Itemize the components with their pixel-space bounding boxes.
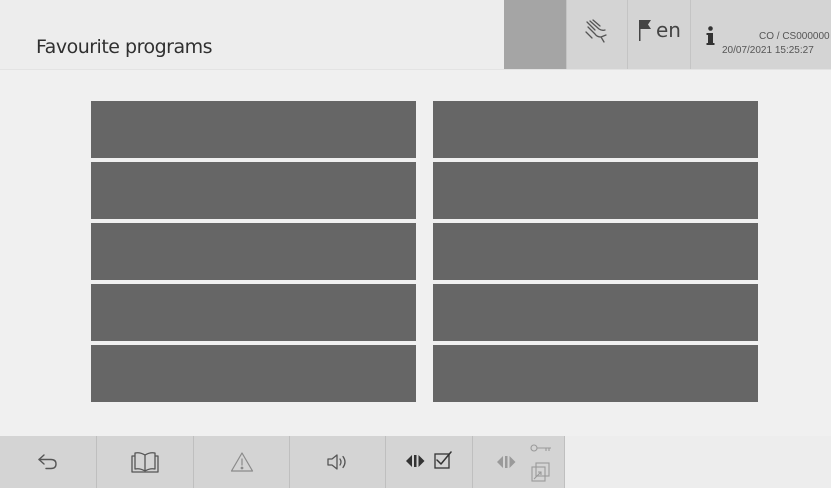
info-icon	[706, 26, 715, 46]
status-blank-slot	[504, 0, 566, 69]
favourite-slot-right-3[interactable]	[433, 223, 758, 280]
favourite-slot-left-3[interactable]	[91, 223, 416, 280]
warnings-button[interactable]	[194, 436, 290, 488]
book-icon	[131, 451, 159, 473]
manual-button[interactable]	[97, 436, 194, 488]
favourite-slot-left-1[interactable]	[91, 101, 416, 158]
warning-icon	[230, 451, 254, 473]
favourite-slot-left-5[interactable]	[91, 345, 416, 402]
favourite-slot-right-5[interactable]	[433, 345, 758, 402]
favourite-slot-right-4[interactable]	[433, 284, 758, 341]
hand-touch-button[interactable]	[566, 0, 627, 69]
back-button[interactable]	[0, 436, 97, 488]
footer-toolbar	[0, 436, 831, 488]
favourite-slot-left-4[interactable]	[91, 284, 416, 341]
speaker-icon	[326, 452, 350, 472]
door-check-button[interactable]	[386, 436, 473, 488]
page-title: Favourite programs	[36, 36, 213, 58]
sound-button[interactable]	[290, 436, 386, 488]
favourite-slot-right-2[interactable]	[433, 162, 758, 219]
hand-touch-icon	[584, 18, 610, 46]
door-lock-button[interactable]	[473, 436, 565, 488]
door-check-icon	[404, 451, 454, 473]
favourite-slot-right-1[interactable]	[433, 101, 758, 158]
back-icon	[37, 453, 59, 471]
user-info-button[interactable]: CO / CS000000 20/07/2021 15:25:27	[690, 0, 831, 69]
datetime-label: 20/07/2021 15:25:27	[722, 45, 814, 56]
flag-icon	[638, 18, 652, 42]
language-label: en	[656, 18, 681, 42]
door-key-icon	[483, 439, 555, 485]
language-button[interactable]: en	[627, 0, 690, 69]
user-role-label: CO / CS000000	[759, 31, 830, 42]
header-bar: Favourite programs en CO / CS000000 20/0…	[0, 0, 831, 70]
favourite-slot-left-2[interactable]	[91, 162, 416, 219]
